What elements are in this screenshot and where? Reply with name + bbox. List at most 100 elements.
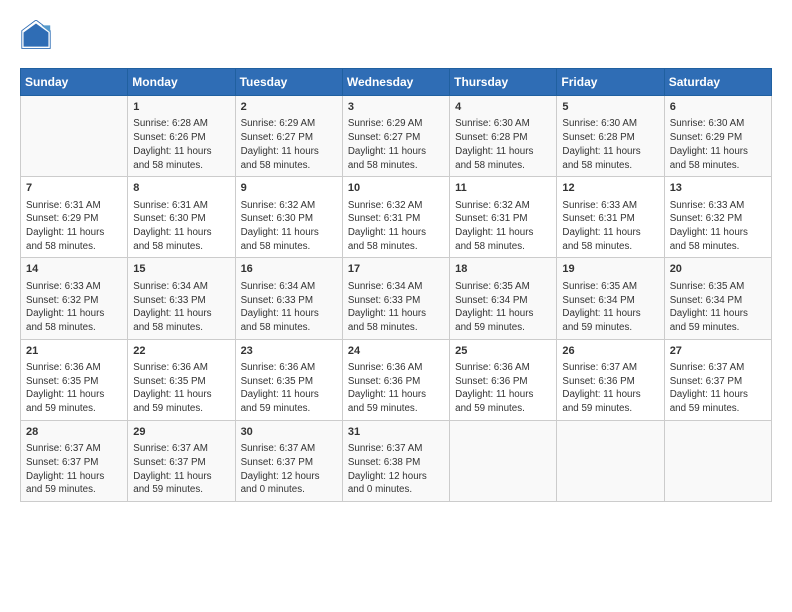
day-cell: 20 Sunrise: 6:35 AMSunset: 6:34 PMDayligh… [664,258,771,339]
day-info: Sunrise: 6:33 AMSunset: 6:32 PMDaylight:… [26,280,122,335]
day-number: 4 [455,100,551,115]
day-number: 21 [26,344,122,359]
day-number: 12 [562,181,658,196]
day-number: 23 [241,344,337,359]
day-number: 19 [562,262,658,277]
day-cell: 28Sunrise: 6:37 AMSunset: 6:37 PMDayligh… [21,420,128,501]
day-cell: 16 Sunrise: 6:34 AMSunset: 6:33 PMDayligh… [235,258,342,339]
day-info: Sunrise: 6:35 AMSunset: 6:34 PMDaylight:… [455,280,551,335]
day-info: Sunrise: 6:28 AMSunset: 6:26 PMDaylight:… [133,117,229,172]
column-headers: SundayMondayTuesdayWednesdayThursdayFrid… [21,69,772,96]
day-info: Sunrise: 6:36 AMSunset: 6:35 PMDaylight:… [133,361,229,416]
day-number: 20 [670,262,766,277]
day-info: Sunrise: 6:29 AMSunset: 6:27 PMDaylight:… [241,117,337,172]
day-cell: 3 Sunrise: 6:29 AMSunset: 6:27 PMDaylight… [342,96,449,177]
day-info: Sunrise: 6:35 AMSunset: 6:34 PMDaylight:… [562,280,658,335]
week-row-4: 21 Sunrise: 6:36 AMSunset: 6:35 PMDayligh… [21,339,772,420]
day-number: 13 [670,181,766,196]
day-number: 17 [348,262,444,277]
day-number: 9 [241,181,337,196]
day-info: Sunrise: 6:34 AMSunset: 6:33 PMDaylight:… [133,280,229,335]
day-number: 30 [241,425,337,440]
day-cell: 4 Sunrise: 6:30 AMSunset: 6:28 PMDaylight… [450,96,557,177]
day-number: 16 [241,262,337,277]
day-number: 29 [133,425,229,440]
day-cell: 15 Sunrise: 6:34 AMSunset: 6:33 PMDayligh… [128,258,235,339]
week-row-3: 14 Sunrise: 6:33 AMSunset: 6:32 PMDayligh… [21,258,772,339]
day-number: 11 [455,181,551,196]
day-info: Sunrise: 6:36 AMSunset: 6:36 PMDaylight:… [348,361,444,416]
day-cell: 24 Sunrise: 6:36 AMSunset: 6:36 PMDayligh… [342,339,449,420]
day-info: Sunrise: 6:32 AMSunset: 6:31 PMDaylight:… [455,199,551,254]
day-number: 28 [26,425,122,440]
day-number: 14 [26,262,122,277]
day-number: 24 [348,344,444,359]
day-cell: 26Sunrise: 6:37 AMSunset: 6:36 PMDayligh… [557,339,664,420]
day-info: Sunrise: 6:35 AMSunset: 6:34 PMDaylight:… [670,280,766,335]
day-cell: 23 Sunrise: 6:36 AMSunset: 6:35 PMDayligh… [235,339,342,420]
day-info: Sunrise: 6:37 AMSunset: 6:37 PMDaylight:… [133,442,229,497]
day-cell: 27 Sunrise: 6:37 AMSunset: 6:37 PMDayligh… [664,339,771,420]
day-cell: 14 Sunrise: 6:33 AMSunset: 6:32 PMDayligh… [21,258,128,339]
col-header-monday: Monday [128,69,235,96]
day-cell [664,420,771,501]
day-info: Sunrise: 6:30 AMSunset: 6:29 PMDaylight:… [670,117,766,172]
day-info: Sunrise: 6:33 AMSunset: 6:32 PMDaylight:… [670,199,766,254]
day-info: Sunrise: 6:36 AMSunset: 6:36 PMDaylight:… [455,361,551,416]
col-header-wednesday: Wednesday [342,69,449,96]
day-cell: 10 Sunrise: 6:32 AMSunset: 6:31 PMDayligh… [342,177,449,258]
day-cell: 2Sunrise: 6:29 AMSunset: 6:27 PMDaylight… [235,96,342,177]
col-header-saturday: Saturday [664,69,771,96]
calendar-table: SundayMondayTuesdayWednesdayThursdayFrid… [20,68,772,502]
logo [20,20,56,52]
day-number: 22 [133,344,229,359]
day-cell: 21Sunrise: 6:36 AMSunset: 6:35 PMDayligh… [21,339,128,420]
day-cell: 1 Sunrise: 6:28 AMSunset: 6:26 PMDaylight… [128,96,235,177]
day-number: 31 [348,425,444,440]
day-info: Sunrise: 6:30 AMSunset: 6:28 PMDaylight:… [455,117,551,172]
week-row-2: 7 Sunrise: 6:31 AMSunset: 6:29 PMDaylight… [21,177,772,258]
day-cell: 22 Sunrise: 6:36 AMSunset: 6:35 PMDayligh… [128,339,235,420]
day-cell: 9 Sunrise: 6:32 AMSunset: 6:30 PMDaylight… [235,177,342,258]
page-header [20,20,772,52]
day-info: Sunrise: 6:37 AMSunset: 6:37 PMDaylight:… [670,361,766,416]
day-cell: 31Sunrise: 6:37 AMSunset: 6:38 PMDayligh… [342,420,449,501]
day-cell: 12 Sunrise: 6:33 AMSunset: 6:31 PMDayligh… [557,177,664,258]
day-number: 1 [133,100,229,115]
day-info: Sunrise: 6:34 AMSunset: 6:33 PMDaylight:… [241,280,337,335]
day-cell: 18 Sunrise: 6:35 AMSunset: 6:34 PMDayligh… [450,258,557,339]
day-number: 5 [562,100,658,115]
day-number: 18 [455,262,551,277]
day-cell: 17 Sunrise: 6:34 AMSunset: 6:33 PMDayligh… [342,258,449,339]
day-number: 15 [133,262,229,277]
day-number: 6 [670,100,766,115]
day-cell: 13 Sunrise: 6:33 AMSunset: 6:32 PMDayligh… [664,177,771,258]
day-info: Sunrise: 6:32 AMSunset: 6:30 PMDaylight:… [241,199,337,254]
day-info: Sunrise: 6:36 AMSunset: 6:35 PMDaylight:… [241,361,337,416]
day-info: Sunrise: 6:33 AMSunset: 6:31 PMDaylight:… [562,199,658,254]
day-info: Sunrise: 6:31 AMSunset: 6:29 PMDaylight:… [26,199,122,254]
day-cell: 5 Sunrise: 6:30 AMSunset: 6:28 PMDaylight… [557,96,664,177]
day-cell: 6 Sunrise: 6:30 AMSunset: 6:29 PMDaylight… [664,96,771,177]
week-row-1: 1 Sunrise: 6:28 AMSunset: 6:26 PMDaylight… [21,96,772,177]
day-number: 3 [348,100,444,115]
day-info: Sunrise: 6:29 AMSunset: 6:27 PMDaylight:… [348,117,444,172]
day-cell: 30 Sunrise: 6:37 AMSunset: 6:37 PMDayligh… [235,420,342,501]
col-header-tuesday: Tuesday [235,69,342,96]
day-cell: 8 Sunrise: 6:31 AMSunset: 6:30 PMDaylight… [128,177,235,258]
col-header-friday: Friday [557,69,664,96]
day-info: Sunrise: 6:37 AMSunset: 6:37 PMDaylight:… [241,442,337,497]
day-number: 25 [455,344,551,359]
day-info: Sunrise: 6:31 AMSunset: 6:30 PMDaylight:… [133,199,229,254]
day-cell [450,420,557,501]
day-number: 8 [133,181,229,196]
day-info: Sunrise: 6:32 AMSunset: 6:31 PMDaylight:… [348,199,444,254]
day-number: 10 [348,181,444,196]
day-number: 26 [562,344,658,359]
day-info: Sunrise: 6:30 AMSunset: 6:28 PMDaylight:… [562,117,658,172]
day-info: Sunrise: 6:34 AMSunset: 6:33 PMDaylight:… [348,280,444,335]
col-header-thursday: Thursday [450,69,557,96]
day-number: 27 [670,344,766,359]
day-number: 7 [26,181,122,196]
week-row-5: 28 Sunrise: 6:37 AMSunset: 6:37 PMDayligh… [21,420,772,501]
